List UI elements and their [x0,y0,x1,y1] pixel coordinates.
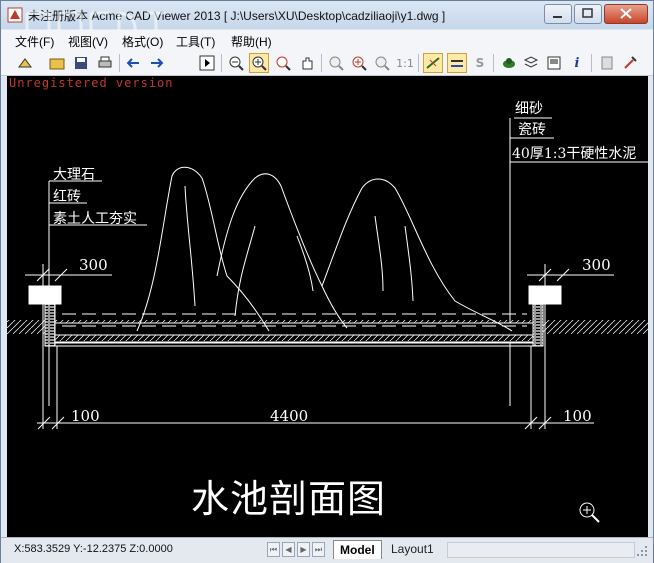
zoom-in-button[interactable] [273,53,293,73]
tab-layout1[interactable]: Layout1 [385,540,440,558]
coordinate-readout: X:583.3529 Y:-12.2375 Z:0.0000 [14,543,173,555]
minimize-button[interactable] [544,4,572,24]
menu-view[interactable]: 视图(V) [68,33,108,50]
drawing-canvas[interactable]: Unregistered version 大理石 红砖 素土人工夯实 细砂 瓷砖… [7,76,648,537]
zoom-realtime-button[interactable] [349,53,369,73]
status-bar: X:583.3529 Y:-12.2375 Z:0.0000 ⏮ ◀ ▶ ⏭ M… [1,537,653,563]
zoom-cursor-icon [579,502,600,523]
layout-button[interactable] [544,53,564,73]
layer-state-icon [523,56,539,68]
zoom-1to1-button[interactable]: 1:1 [395,53,415,73]
toolbar: 1:1 S i [1,51,653,76]
minimize-icon [553,16,562,18]
settings-button[interactable] [620,53,640,73]
layer-state-button[interactable] [521,53,541,73]
back-button[interactable] [123,53,143,73]
settings-icon [624,56,637,69]
open-icon [18,58,32,68]
first-tab-button[interactable]: ⏮ [267,542,280,557]
layer-button[interactable] [499,53,519,73]
menu-tools[interactable]: 工具(T) [176,33,215,50]
menu-help[interactable]: 帮助(H) [231,33,272,50]
zoom-window-icon [252,56,267,71]
menu-format[interactable]: 格式(O) [122,33,163,50]
linewidth-button[interactable] [423,53,443,73]
print-icon [98,56,112,68]
properties-icon [601,56,613,70]
first-icon: ⏮ [269,545,278,554]
zoom-previous-button[interactable] [372,53,392,73]
drawing-title: 水池剖面图 [191,477,387,521]
label-marble: 大理石 [53,167,95,183]
zoom-extents-icon [329,56,344,71]
dim-top-left: 300 [79,256,108,274]
dim-bottom-right: 100 [563,407,592,425]
close-icon [620,8,632,19]
bw-button[interactable] [447,53,467,73]
maximize-button[interactable] [574,4,602,24]
prev-icon: ◀ [285,545,292,554]
properties-button[interactable] [597,53,617,73]
forward-button[interactable] [147,53,167,73]
layer-icon [503,58,515,68]
menu-file[interactable]: 文件(F) [15,33,54,50]
label-fine-sand: 细砂 [515,101,543,117]
open-button[interactable] [15,53,35,73]
label-mortar: 40厚1:3干硬性水泥 [512,146,637,162]
pan-icon [302,57,313,70]
forward-icon [151,58,164,68]
zoom-extents-button[interactable] [326,53,346,73]
zoom-previous-icon [375,56,390,71]
label-red-brick: 红砖 [53,189,81,205]
folder-icon [49,58,65,70]
bw-icon [451,60,463,67]
save-button[interactable] [71,53,91,73]
resize-grip-icon[interactable] [637,544,649,558]
print-button[interactable] [95,53,115,73]
layout-icon [547,56,561,70]
pan-button[interactable] [297,53,317,73]
prev-tab-button[interactable]: ◀ [282,542,295,557]
tab-model[interactable]: Model [333,540,382,559]
zoom-realtime-icon [352,56,367,71]
zoom-in-icon [276,56,291,71]
zoom-window-button[interactable] [249,53,269,73]
back-icon [126,58,139,68]
maximize-icon [582,8,593,18]
play-button[interactable] [197,53,217,73]
next-tab-button[interactable]: ▶ [297,542,310,557]
linewidth-icon [426,57,440,69]
app-window: 未注册版本 Acme CAD Viewer 2013 [ J:\Users\XU… [0,0,654,563]
horizontal-scrollbar[interactable] [447,542,635,558]
last-tab-button[interactable]: ⏭ [312,542,325,557]
title-bar: 未注册版本 Acme CAD Viewer 2013 [ J:\Users\XU… [1,1,653,57]
label-rammed-earth: 素土人工夯实 [53,211,137,227]
s-button[interactable]: S [470,53,490,73]
dim-bottom-middle: 4400 [270,407,309,425]
play-icon [199,55,215,71]
zoom-out-icon [229,56,244,71]
next-icon: ▶ [300,545,307,554]
last-icon: ⏭ [314,545,323,554]
zoom-out-button[interactable] [226,53,246,73]
info-button[interactable]: i [567,53,587,73]
dim-bottom-left: 100 [71,407,100,425]
save-icon [75,57,87,69]
dim-top-right: 300 [582,256,611,274]
open-folder-button[interactable] [47,53,67,73]
label-tile: 瓷砖 [518,122,546,138]
close-button[interactable] [604,4,648,24]
menu-bar: 文件(F) 视图(V) 格式(O) 工具(T) 帮助(H) [1,30,653,51]
